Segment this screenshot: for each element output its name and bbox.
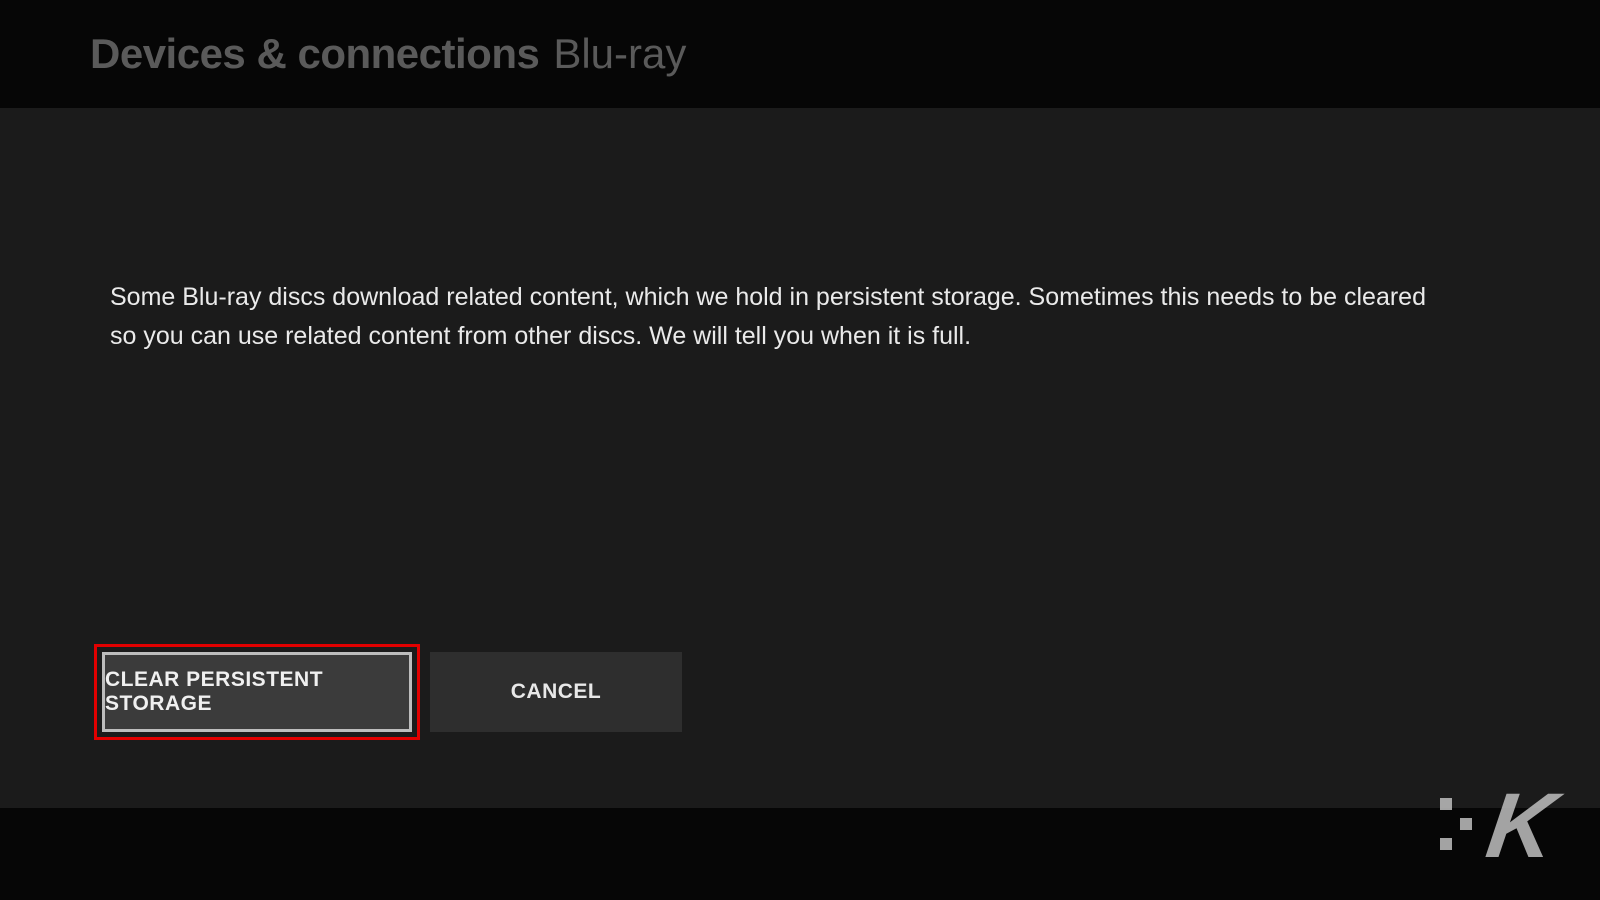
footer-bar	[0, 808, 1600, 900]
content-area: Some Blu-ray discs download related cont…	[0, 108, 1600, 808]
selection-highlight: CLEAR PERSISTENT STORAGE	[94, 644, 420, 740]
description-text: Some Blu-ray discs download related cont…	[110, 278, 1440, 356]
clear-persistent-storage-button[interactable]: CLEAR PERSISTENT STORAGE	[102, 652, 412, 732]
cancel-button[interactable]: CANCEL	[430, 652, 682, 732]
breadcrumb-current: Blu-ray	[553, 30, 686, 78]
watermark-logo: K	[1440, 790, 1554, 864]
header-bar: Devices & connections Blu-ray	[0, 0, 1600, 108]
breadcrumb-parent: Devices & connections	[90, 30, 539, 78]
watermark-letter: K	[1482, 790, 1559, 864]
button-row: CLEAR PERSISTENT STORAGE CANCEL	[94, 644, 682, 740]
watermark-dots-icon	[1440, 798, 1484, 854]
